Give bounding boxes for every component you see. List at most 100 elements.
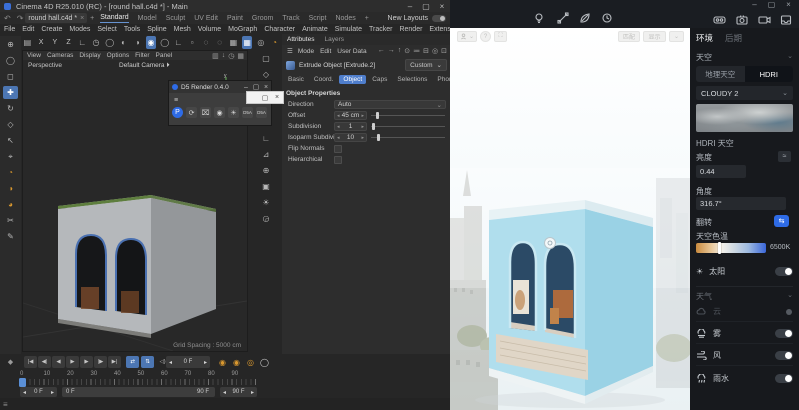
viewport-menu-item[interactable]: Options <box>107 52 129 59</box>
playhead[interactable] <box>19 378 26 387</box>
move-tool-icon[interactable]: ✚ <box>3 86 18 99</box>
render-active-icon[interactable]: ◷ <box>91 36 102 49</box>
add-document-button[interactable]: + <box>90 15 94 22</box>
lock-icon[interactable]: ⊟ <box>423 47 429 55</box>
vegetation-tool-icon[interactable] <box>578 11 592 25</box>
camera-label[interactable]: Default Camera ⏵ <box>119 62 170 70</box>
timeline-ruler[interactable]: 0102030405060708090 <box>20 371 256 377</box>
d5-maximize-button[interactable]: ▢ <box>251 83 261 91</box>
menu-item[interactable]: Create <box>41 26 62 33</box>
avatar-view-button[interactable]: ⌄ <box>457 31 477 42</box>
d5-minimize-button[interactable]: – <box>241 84 251 91</box>
menu-item[interactable]: Tools <box>124 26 140 33</box>
menu-item[interactable]: Render <box>399 26 422 33</box>
axis-y-lock-icon[interactable]: Y <box>49 36 60 49</box>
sphere-b-icon[interactable]: ◌ <box>214 36 225 49</box>
d5-viewport[interactable]: ⌄ ? ⛶ 匹配 显示 ⌄ <box>450 28 690 410</box>
corner-icon[interactable]: ∟ <box>173 36 184 49</box>
menu-item[interactable]: Simulate <box>335 26 362 33</box>
history-tool-icon[interactable] <box>600 11 614 25</box>
play-button[interactable]: ▶ <box>66 356 79 368</box>
offset-field[interactable]: ◂45 cm▸ <box>334 111 367 120</box>
import-d5a-icon[interactable]: D5A <box>256 107 267 118</box>
subdivision-field[interactable]: ◂1▸ <box>334 122 367 131</box>
fragment-close-button[interactable]: × <box>271 94 283 101</box>
filter-icon[interactable]: ≔ <box>413 47 420 55</box>
d5-app-minimize-button[interactable]: – <box>746 0 763 9</box>
autokey-diamond-icon[interactable]: ◆ <box>4 356 17 368</box>
render-view-icon[interactable]: ▤ <box>22 36 33 49</box>
menu-item[interactable]: File <box>4 26 15 33</box>
globe-icon[interactable]: ⊕ <box>258 164 274 177</box>
expand-button[interactable]: ⛶ <box>494 31 507 42</box>
chevron-down-icon[interactable]: ⌄ <box>787 291 793 302</box>
new-layouts-button[interactable]: New Layouts <box>388 15 428 22</box>
menu-item[interactable]: Select <box>97 26 116 33</box>
temperature-knob[interactable] <box>718 242 721 254</box>
cursor-tool-icon[interactable]: ↖ <box>3 134 18 147</box>
fragment-maximize-button[interactable]: ▢ <box>259 94 271 102</box>
attribute-tab[interactable]: Caps <box>368 75 391 84</box>
color-temperature-slider[interactable] <box>696 243 766 253</box>
menu-item[interactable]: Character <box>264 26 295 33</box>
display-mode-button[interactable]: 显示 <box>643 31 666 42</box>
video-record-icon[interactable] <box>757 13 771 27</box>
fog-toggle[interactable] <box>775 329 793 338</box>
doc-close-icon[interactable]: × <box>80 15 84 22</box>
camera-focus-icon[interactable]: ◉ <box>214 107 225 118</box>
viewport-menu-item[interactable]: Display <box>79 52 100 59</box>
vp-grid-icon[interactable]: ▦ <box>237 52 244 60</box>
panel-tab[interactable]: 后期 <box>725 32 742 44</box>
cloud-toggle[interactable] <box>775 307 793 316</box>
search-icon[interactable]: ⊙ <box>404 47 410 55</box>
spline-icon[interactable]: ◯ <box>159 36 170 49</box>
isoparm-slider[interactable] <box>371 133 445 142</box>
menu-item[interactable]: Spline <box>147 26 166 33</box>
sky-section-label[interactable]: 天空 <box>696 52 712 63</box>
rain-toggle[interactable] <box>775 374 793 383</box>
screenshot-icon[interactable] <box>735 13 749 27</box>
layout-tab[interactable]: Standard <box>100 13 128 23</box>
model-mode-icon[interactable]: ▢ <box>258 52 274 65</box>
flip-button[interactable]: ⇆ <box>774 215 789 227</box>
next-frame-button[interactable]: ▶ <box>80 356 93 368</box>
status-menu-icon[interactable]: ≡ <box>3 400 8 409</box>
d5-menu-icon[interactable]: ≡ <box>174 97 178 104</box>
attribute-menu-item[interactable]: User Data <box>337 48 366 55</box>
brightness-input[interactable]: 0.44 <box>696 165 746 178</box>
forward-icon[interactable]: → <box>388 47 395 55</box>
sun-toggle[interactable] <box>775 267 793 276</box>
help-button[interactable]: ? <box>480 31 491 42</box>
brush-tool-icon[interactable]: ◑ <box>3 182 18 195</box>
bend-deformer-icon[interactable]: ⊿ <box>258 148 274 161</box>
panel-menu-icon[interactable]: ☰ <box>287 47 293 55</box>
attribute-menu-item[interactable]: Mode <box>298 48 314 55</box>
menu-item[interactable]: Volume <box>198 26 221 33</box>
axis-center-icon[interactable]: ⌖ <box>3 150 18 163</box>
attribute-tab[interactable]: Phong <box>433 75 450 84</box>
camera-icon[interactable]: ▣ <box>258 180 274 193</box>
isoparm-field[interactable]: ◂10▸ <box>334 133 367 142</box>
back-icon[interactable]: ← <box>378 47 385 55</box>
hdri-dropdown[interactable]: CLOUDY 2 ⌄ <box>696 86 793 100</box>
menu-item[interactable]: Edit <box>22 26 34 33</box>
subdivision-slider[interactable] <box>371 122 445 131</box>
workplane-icon[interactable]: ◎ <box>255 36 266 49</box>
layout-tab[interactable]: UV Edit <box>194 14 218 23</box>
popup-icon[interactable]: ⊡ <box>441 47 447 55</box>
menu-item[interactable]: Extensions <box>429 26 450 33</box>
menu-item[interactable]: MoGraph <box>228 26 257 33</box>
render-queue-icon[interactable] <box>779 13 793 27</box>
layout-tab[interactable]: Sculpt <box>166 14 185 23</box>
layout-tab[interactable]: Track <box>282 14 299 23</box>
view-options-button[interactable]: ⌄ <box>669 31 684 42</box>
material-icon[interactable]: ◐ <box>118 36 129 49</box>
attribute-panel-tab[interactable]: Attributes <box>287 36 314 43</box>
preview-range-bar[interactable]: 0 F 90 F <box>62 387 215 397</box>
playback-range-button[interactable]: ⇅ <box>141 356 154 368</box>
scale-tool-icon[interactable]: ◇ <box>3 118 18 131</box>
prev-key-button[interactable]: ◀| <box>38 356 51 368</box>
soft-selection-icon[interactable]: ◔ <box>3 166 18 179</box>
ruler-ticks[interactable] <box>20 379 256 385</box>
coord-system-icon[interactable]: ∟ <box>77 36 88 49</box>
